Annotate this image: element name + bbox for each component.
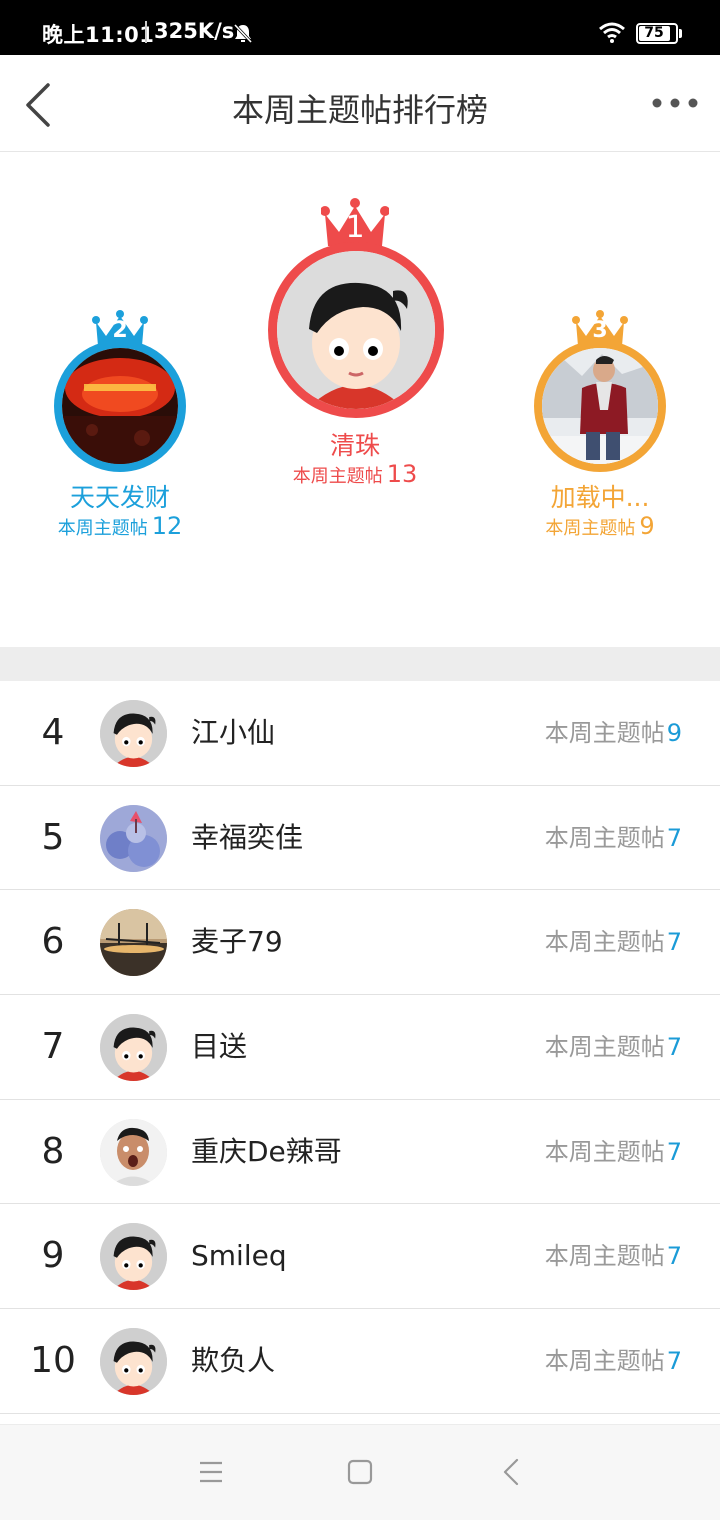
list-item[interactable]: 7 目送 本周主题帖7 (0, 995, 720, 1100)
post-count-value: 7 (666, 1347, 682, 1376)
podium-name: 清珠 (329, 431, 380, 460)
status-bar: 晚上11:01 325K/s 75 (0, 0, 720, 55)
post-count-value: 7 (666, 928, 682, 957)
home-square-icon[interactable] (345, 1457, 375, 1487)
more-dots-icon[interactable] (646, 93, 704, 113)
user-name: 麦子79 (191, 925, 283, 959)
post-count-label: 本周主题帖 (544, 1347, 665, 1376)
post-count-value: 9 (666, 719, 682, 747)
page-title: 本周主题帖排行榜 (231, 91, 488, 129)
avatar[interactable] (54, 340, 186, 472)
avatar[interactable] (100, 700, 167, 767)
user-name: 江小仙 (191, 716, 276, 749)
post-count: 本周主题帖7 (545, 1100, 682, 1204)
post-count-value: 7 (666, 1242, 682, 1271)
podium-count-label: 本周主题帖 (57, 518, 148, 539)
post-count-label: 本周主题帖 (544, 719, 665, 747)
rank-list: 4 江小仙 本周主题帖9 5 幸福奕佳 本周主题帖7 6 麦子79 本周主题帖7… (0, 681, 720, 1414)
podium-count: 本周主题帖 9 (510, 512, 690, 540)
rank-number: 8 (41, 1130, 65, 1172)
rank-number: 6 (41, 921, 65, 963)
rank-number: 9 (41, 1235, 65, 1277)
status-time: 晚上11:01 (42, 23, 155, 47)
list-item[interactable]: 9 Smileq 本周主题帖7 (0, 1204, 720, 1310)
avatar[interactable] (100, 1328, 167, 1396)
post-count-value: 7 (666, 823, 682, 852)
avatar[interactable] (100, 1014, 167, 1082)
podium-count: 本周主题帖 12 (30, 512, 210, 540)
system-nav-bar (0, 1424, 720, 1520)
section-divider (0, 647, 720, 681)
post-count-label: 本周主题帖 (544, 1137, 665, 1166)
post-count-label: 本周主题帖 (544, 823, 665, 852)
podium-count-label: 本周主题帖 (545, 518, 636, 539)
battery-icon: 75 (636, 23, 678, 44)
avatar[interactable] (534, 340, 666, 472)
podium-count-value: 13 (386, 460, 418, 488)
post-count-label: 本周主题帖 (544, 1242, 665, 1271)
podium-item-rank-2[interactable]: 2 天天发财 本周主题帖 12 (30, 304, 210, 544)
avatar-image (542, 348, 658, 464)
post-count-label: 本周主题帖 (544, 928, 665, 957)
user-name: 幸福奕佳 (191, 820, 304, 854)
list-item[interactable]: 10 欺负人 本周主题帖7 (0, 1309, 720, 1414)
avatar-image (62, 348, 178, 464)
podium-name: 天天发财 (69, 483, 170, 512)
menu-icon[interactable] (196, 1457, 226, 1487)
top-three-podium: 2 天天发财 本周主题帖 12 1 清珠 本周主题帖 13 3 加载中... 本… (0, 152, 720, 647)
avatar[interactable] (100, 909, 167, 977)
status-separator (145, 21, 147, 43)
podium-item-rank-3[interactable]: 3 加载中... 本周主题帖 9 (510, 304, 690, 544)
podium-count-label: 本周主题帖 (292, 466, 383, 487)
rank-number: 7 (41, 1026, 65, 1068)
avatar[interactable] (100, 1118, 167, 1186)
mute-icon (233, 23, 253, 44)
battery-level: 75 (644, 25, 664, 41)
podium-count-value: 12 (151, 512, 183, 540)
podium-count-value: 9 (639, 512, 655, 540)
podium-name: 加载中... (550, 483, 650, 512)
post-count-value: 7 (666, 1033, 682, 1062)
podium-count: 本周主题帖 13 (255, 460, 455, 488)
user-name: Smileq (191, 1239, 287, 1273)
rank-number: 5 (41, 816, 65, 858)
back-triangle-icon[interactable] (497, 1457, 527, 1487)
avatar[interactable] (100, 804, 167, 872)
list-item[interactable]: 5 幸福奕佳 本周主题帖7 (0, 785, 720, 891)
podium-rank-number: 1 (345, 210, 365, 245)
user-name: 重庆De辣哥 (191, 1134, 342, 1168)
list-item[interactable]: 8 重庆De辣哥 本周主题帖7 (0, 1099, 720, 1205)
avatar-image (277, 251, 435, 409)
app-header: 本周主题帖排行榜 (0, 55, 720, 152)
rank-number: 4 (41, 712, 65, 753)
rank-number: 10 (30, 1340, 76, 1382)
avatar[interactable] (268, 242, 444, 418)
status-net-speed: 325K/s (154, 19, 235, 43)
post-count: 本周主题帖9 (545, 681, 682, 785)
list-item[interactable]: 6 麦子79 本周主题帖7 (0, 890, 720, 996)
post-count-value: 7 (666, 1137, 682, 1166)
podium-item-rank-1[interactable]: 1 清珠 本周主题帖 13 (255, 196, 455, 496)
post-count: 本周主题帖7 (545, 890, 682, 994)
post-count: 本周主题帖7 (545, 786, 682, 890)
list-item[interactable]: 4 江小仙 本周主题帖9 (0, 681, 720, 786)
post-count: 本周主题帖7 (545, 1204, 682, 1308)
battery-nub (679, 29, 682, 38)
post-count: 本周主题帖7 (545, 995, 682, 1099)
user-name: 目送 (191, 1030, 248, 1064)
wifi-icon (599, 22, 625, 43)
user-name: 欺负人 (191, 1344, 276, 1378)
post-count-label: 本周主题帖 (544, 1033, 665, 1062)
avatar[interactable] (100, 1223, 167, 1291)
post-count: 本周主题帖7 (545, 1309, 682, 1413)
